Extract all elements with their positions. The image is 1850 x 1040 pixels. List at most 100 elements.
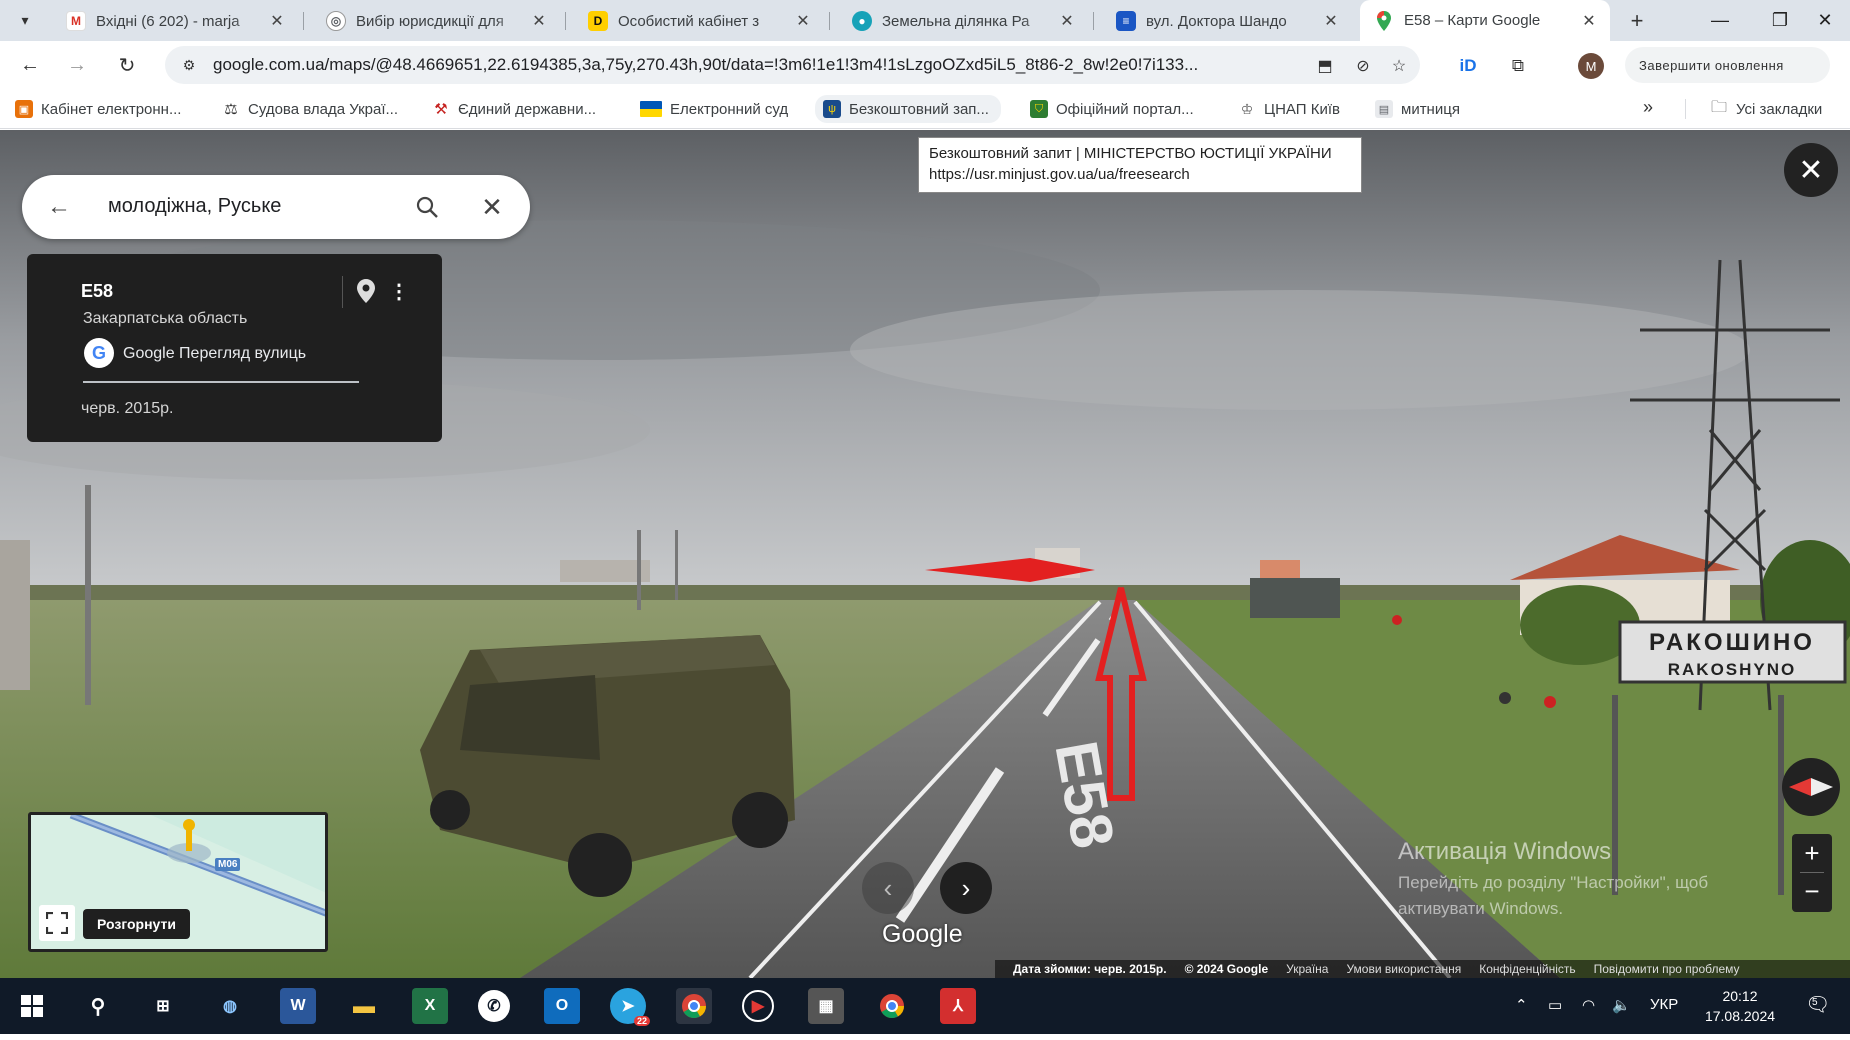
bookmark-star-icon[interactable]: ☆ <box>1387 54 1411 78</box>
privacy-link[interactable]: Конфіденційність <box>1479 962 1575 976</box>
taskbar-app-acrobat[interactable]: ⅄ <box>940 988 976 1024</box>
search-taskbar-button[interactable]: ⚲ <box>80 988 116 1024</box>
bookmark-item[interactable]: ⛉ Офіційний портал... <box>1030 97 1194 121</box>
search-box[interactable]: ← молодіжна, Руське ✕ <box>22 175 530 239</box>
forward-button[interactable]: → <box>62 50 92 80</box>
taskbar-app-excel[interactable]: X <box>412 988 448 1024</box>
bookmark-item[interactable]: ⚒ Єдиний державни... <box>432 97 596 121</box>
address-bar[interactable]: ⚙ google.com.ua/maps/@48.4669651,22.6194… <box>165 46 1420 84</box>
zoom-in-button[interactable]: + <box>1792 834 1832 872</box>
expand-map-label[interactable]: Розгорнути <box>83 909 190 939</box>
expand-map-button[interactable] <box>39 905 75 941</box>
tab-google-maps[interactable]: E58 – Карти Google ✕ <box>1360 0 1610 41</box>
close-tab-icon[interactable]: ✕ <box>1578 10 1600 32</box>
search-icon[interactable] <box>412 192 442 222</box>
taskbar-app-chrome[interactable] <box>676 988 712 1024</box>
more-bookmarks-button[interactable]: » <box>1643 97 1653 118</box>
bookmark-item[interactable]: ψ Безкоштовний зап... <box>815 95 1001 123</box>
maps-pin-icon <box>1374 10 1394 31</box>
copyright: © 2024 Google <box>1184 962 1269 976</box>
zoom-out-button[interactable]: − <box>1792 872 1832 910</box>
search-input[interactable]: молодіжна, Руське <box>108 195 281 218</box>
back-button[interactable]: ← <box>15 50 45 80</box>
compass-button[interactable] <box>1782 758 1840 816</box>
site-info-icon[interactable]: ⚙ <box>179 55 199 75</box>
all-bookmarks-button[interactable]: 🗀 Усі закладки <box>1710 97 1822 121</box>
task-view-button[interactable]: ⊞ <box>145 988 181 1024</box>
taskbar-app-chrome-profile[interactable] <box>874 988 910 1024</box>
wifi-icon[interactable]: ◠ <box>1582 996 1595 1014</box>
tab-strip: ▾ M Вхідні (6 202) - marja ✕ ◎ Вибір юри… <box>0 0 1850 41</box>
reload-button[interactable]: ↻ <box>112 50 142 80</box>
close-tab-icon[interactable]: ✕ <box>1320 10 1342 32</box>
taskbar-app-word[interactable]: W <box>280 988 316 1024</box>
language-indicator[interactable]: УКР <box>1650 996 1678 1013</box>
bookmark-label: Судова влада Украї... <box>248 100 398 118</box>
bookmark-item[interactable]: Електронний суд <box>640 97 788 121</box>
previous-arrow-button[interactable]: ‹ <box>862 862 914 914</box>
country-link[interactable]: Україна <box>1286 962 1328 976</box>
tab-jurisdiction[interactable]: ◎ Вибір юрисдикції для ✕ <box>312 3 560 39</box>
tab-separator <box>303 12 304 30</box>
arrow-right-icon: → <box>67 53 87 76</box>
extensions-puzzle-icon[interactable]: ⧉ <box>1505 53 1531 79</box>
taskbar-app-outlook[interactable]: O <box>544 988 580 1024</box>
eye-off-icon[interactable]: ⊘ <box>1351 54 1375 78</box>
close-tab-icon[interactable]: ✕ <box>1056 10 1078 32</box>
close-window-button[interactable]: ✕ <box>1800 0 1850 41</box>
tab-diia[interactable]: D Особистий кабінет з ✕ <box>574 3 824 39</box>
tab-search-button[interactable]: ▾ <box>10 6 40 34</box>
pdf-icon: ⅄ <box>953 998 963 1015</box>
install-app-icon[interactable]: ⬒ <box>1313 54 1337 78</box>
minimize-button[interactable]: — <box>1690 0 1750 41</box>
card-region: Закарпатська область <box>83 310 248 327</box>
taskbar-app-whatsapp[interactable]: ✆ <box>478 990 510 1022</box>
new-tab-button[interactable]: + <box>1622 6 1652 36</box>
taskbar-app-explorer[interactable]: ▬ <box>346 988 382 1024</box>
close-tab-icon[interactable]: ✕ <box>266 10 288 32</box>
more-vert-icon[interactable]: ⋮ <box>387 276 411 306</box>
terms-link[interactable]: Умови використання <box>1346 962 1461 976</box>
extension-id-icon[interactable]: iD <box>1455 53 1481 79</box>
mini-map[interactable]: M06 Розгорнути <box>28 812 328 952</box>
clear-search-icon[interactable]: ✕ <box>477 192 507 222</box>
card-source: Google Перегляд вулиць <box>123 345 307 362</box>
system-clock[interactable]: 20:12 17.08.2024 <box>1690 986 1790 1026</box>
bookmark-item[interactable]: ▤ митниця <box>1375 97 1460 121</box>
close-tab-icon[interactable]: ✕ <box>528 10 550 32</box>
tray-chevron-up-icon[interactable]: ⌃ <box>1515 996 1528 1014</box>
close-tab-icon[interactable]: ✕ <box>792 10 814 32</box>
taskbar-app-media-player[interactable]: ▶ <box>742 990 774 1022</box>
update-button[interactable]: Завершити оновлення <box>1625 47 1830 83</box>
notifications-button[interactable]: 🗨 5 <box>1805 992 1830 1017</box>
battery-icon[interactable]: ▭ <box>1548 996 1562 1014</box>
start-button[interactable] <box>14 988 50 1024</box>
maps-footer: Дата зйомки: черв. 2015р. © 2024 Google … <box>995 960 1850 978</box>
url-text[interactable]: google.com.ua/maps/@48.4669651,22.619438… <box>213 55 1273 75</box>
next-arrow-button[interactable]: › <box>940 862 992 914</box>
bookmark-item[interactable]: ⚖ Судова влада Украї... <box>222 97 398 121</box>
street-view[interactable]: E58 РАКОШИНО RAKOSHYNO ← молодіжна, Русь… <box>0 130 1850 978</box>
card-date[interactable]: черв. 2015р. <box>81 400 173 418</box>
bookmark-item[interactable]: ▣ Кабінет електронн... <box>15 97 181 121</box>
profile-avatar[interactable]: M <box>1578 53 1604 79</box>
tab-gmail[interactable]: M Вхідні (6 202) - marja ✕ <box>52 3 298 39</box>
close-icon: ✕ <box>1817 10 1833 30</box>
tab-land[interactable]: ● Земельна ділянка Ра ✕ <box>838 3 1088 39</box>
taskbar-app-calculator[interactable]: ▦ <box>808 988 844 1024</box>
taskbar-app-browser-old[interactable]: ◍ <box>212 988 248 1024</box>
close-street-view-button[interactable]: ✕ <box>1784 143 1838 197</box>
chrome-icon <box>880 994 904 1019</box>
map-pin-icon[interactable] <box>352 276 380 306</box>
volume-icon[interactable]: 🔈 <box>1612 996 1631 1014</box>
report-problem-link[interactable]: Повідомити про проблему <box>1594 962 1740 976</box>
taskbar-app-telegram[interactable]: ➤ 22 <box>610 988 650 1026</box>
tab-doctor-shando[interactable]: ≡ вул. Доктора Шандо ✕ <box>1102 3 1352 39</box>
plus-icon: + <box>1630 8 1644 33</box>
outlook-icon: O <box>555 997 569 1014</box>
chevron-down-icon: ▾ <box>21 11 29 28</box>
bookmark-item[interactable]: ♔ ЦНАП Київ <box>1238 97 1340 121</box>
back-arrow-icon[interactable]: ← <box>44 192 74 222</box>
telegram-icon: ➤ <box>621 998 635 1015</box>
tab-separator <box>565 12 566 30</box>
